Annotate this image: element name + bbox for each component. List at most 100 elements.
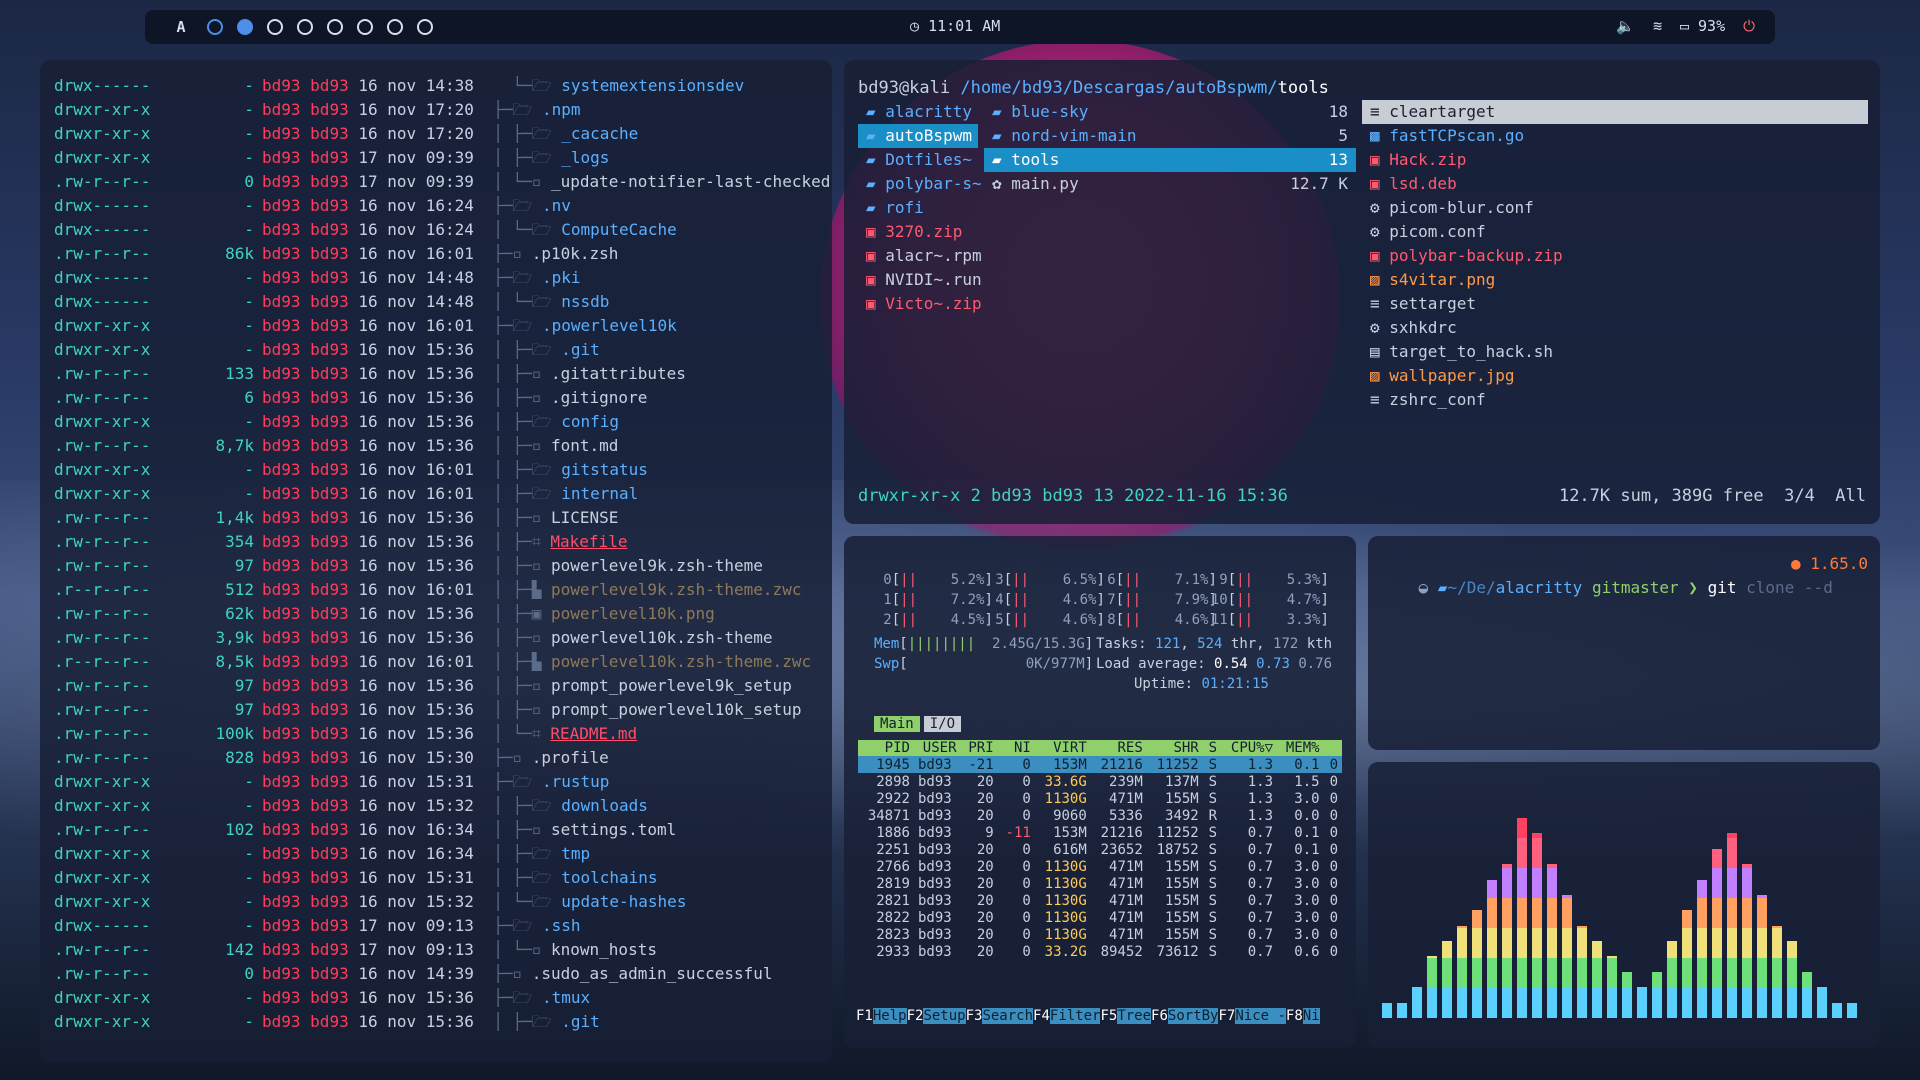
file-name[interactable]: font.md: [551, 436, 618, 455]
column-header[interactable]: MEM%: [1277, 740, 1324, 756]
process-row[interactable]: 2819 bd93 20 0 1130G 471M 155M S 0.7 3.0 0: [858, 875, 1342, 892]
file-row[interactable]: drwxr-xr-x - bd93 bd93 16 nov 17:20 │ ├─🗁 …: [54, 122, 832, 146]
file-name[interactable]: powerlevel10k.zsh-theme.zwc: [551, 652, 811, 671]
workspace-8-icon[interactable]: [417, 19, 433, 35]
ranger-preview-item[interactable]: ⚙ sxhkdrc: [1362, 316, 1868, 340]
file-row[interactable]: .rw-r--r-- 86k bd93 bd93 16 nov 16:01 ├─▫ …: [54, 242, 832, 266]
file-row[interactable]: .rw-r--r-- 142 bd93 bd93 17 nov 09:13 │ └─…: [54, 938, 832, 962]
file-row[interactable]: .rw-r--r-- 6 bd93 bd93 16 nov 15:36 │ ├─▫ …: [54, 386, 832, 410]
volume-icon[interactable]: 🔈: [1616, 17, 1635, 35]
workspace-4-icon[interactable]: [297, 19, 313, 35]
file-name[interactable]: .gitignore: [551, 388, 647, 407]
column-header[interactable]: RES: [1091, 740, 1147, 756]
process-table[interactable]: PID USER PRI NI VIRT RES SHR S CPU%▽ MEM% 1945 bd93…: [858, 740, 1342, 960]
file-row[interactable]: .rw-r--r-- 8,7k bd93 bd93 16 nov 15:36 │ ├…: [54, 434, 832, 458]
file-name[interactable]: _cacache: [561, 124, 638, 143]
file-row[interactable]: .rw-r--r-- 133 bd93 bd93 16 nov 15:36 │ ├─…: [54, 362, 832, 386]
file-row[interactable]: .rw-r--r-- 62k bd93 bd93 16 nov 15:36 │ ├─…: [54, 602, 832, 626]
process-row[interactable]: 1886 bd93 9 -11 153M 21216 11252 S 0.7 0.1 0: [858, 824, 1342, 841]
file-tree-pane[interactable]: drwx------ - bd93 bd93 16 nov 14:38 └─🗁 sy…: [40, 60, 832, 1062]
file-row[interactable]: .rw-r--r-- 0 bd93 bd93 16 nov 14:39 ├─▫ .s…: [54, 962, 832, 986]
ranger-item[interactable]: ▰ polybar-s~: [858, 172, 982, 196]
column-header[interactable]: NI: [998, 740, 1035, 756]
file-row[interactable]: .rw-r--r-- 97 bd93 bd93 16 nov 15:36 │ ├─▫…: [54, 674, 832, 698]
column-header[interactable]: [1324, 740, 1342, 756]
ranger-item[interactable]: ▣ NVIDI~.run: [858, 268, 982, 292]
ranger-item[interactable]: ▰ Dotfiles~: [858, 148, 978, 172]
process-row[interactable]: 2251 bd93 20 0 616M 23652 18752 S 0.7 0.1 0: [858, 841, 1342, 858]
file-row[interactable]: drwxr-xr-x - bd93 bd93 16 nov 16:01 │ ├─🗁 …: [54, 458, 832, 482]
ranger-preview-item[interactable]: ⚙ picom.conf: [1362, 220, 1868, 244]
file-row[interactable]: drwxr-xr-x - bd93 bd93 16 nov 17:20 ├─🗁 .n…: [54, 98, 832, 122]
file-name[interactable]: LICENSE: [551, 508, 618, 527]
ranger-item[interactable]: ▰ blue-sky 18: [984, 100, 1356, 124]
file-name[interactable]: .git: [561, 1012, 600, 1031]
process-row[interactable]: 2821 bd93 20 0 1130G 471M 155M S 0.7 3.0 0: [858, 892, 1342, 909]
file-row[interactable]: drwxr-xr-x - bd93 bd93 16 nov 15:32 │ └─🗁 …: [54, 890, 832, 914]
file-row[interactable]: drwxr-xr-x - bd93 bd93 16 nov 15:36 │ ├─🗁 …: [54, 410, 832, 434]
file-name[interactable]: .p10k.zsh: [532, 244, 619, 263]
function-key[interactable]: F5Tree: [1100, 1008, 1152, 1024]
file-name[interactable]: known_hosts: [551, 940, 657, 959]
file-name[interactable]: gitstatus: [561, 460, 648, 479]
ranger-item[interactable]: ✿ main.py 12.7 K: [984, 172, 1356, 196]
file-name[interactable]: systemextensionsdev: [561, 76, 744, 95]
file-name[interactable]: Makefile: [550, 532, 627, 551]
column-header[interactable]: PRI: [961, 740, 998, 756]
ranger-pane[interactable]: bd93@kali /home/bd93/Descargas/autoBspwm…: [844, 60, 1880, 524]
file-row[interactable]: .rw-r--r-- 100k bd93 bd93 16 nov 15:36 │ └…: [54, 722, 832, 746]
function-key[interactable]: F8Ni: [1286, 1008, 1320, 1024]
file-row[interactable]: drwxr-xr-x - bd93 bd93 16 nov 15:31 ├─🗁 .r…: [54, 770, 832, 794]
file-row[interactable]: drwxr-xr-x - bd93 bd93 16 nov 15:36 │ ├─🗁 …: [54, 1010, 832, 1034]
column-header[interactable]: CPU%▽: [1221, 740, 1277, 756]
file-name[interactable]: internal: [561, 484, 638, 503]
file-name[interactable]: prompt_powerlevel9k_setup: [551, 676, 792, 695]
process-row[interactable]: 2766 bd93 20 0 1130G 471M 155M S 0.7 3.0 0: [858, 858, 1342, 875]
ranger-item[interactable]: ▰ nord-vim-main 5: [984, 124, 1356, 148]
file-name[interactable]: .tmux: [542, 988, 590, 1007]
file-name[interactable]: .gitattributes: [551, 364, 686, 383]
process-row[interactable]: 2823 bd93 20 0 1130G 471M 155M S 0.7 3.0 0: [858, 926, 1342, 943]
file-name[interactable]: tmp: [561, 844, 590, 863]
file-name[interactable]: .powerlevel10k: [542, 316, 677, 335]
terminal-pane[interactable]: ◒ ▰~/De/alacritty gitmaster ❯ git clone …: [1368, 536, 1880, 750]
ranger-item[interactable]: ▰ alacritty: [858, 100, 978, 124]
file-row[interactable]: drwx------ - bd93 bd93 16 nov 16:24 │ └─🗁 …: [54, 218, 832, 242]
file-name[interactable]: powerlevel9k.zsh-theme: [551, 556, 763, 575]
file-name[interactable]: _logs: [561, 148, 609, 167]
file-row[interactable]: drwxr-xr-x - bd93 bd93 16 nov 15:36 ├─🗁 .t…: [54, 986, 832, 1010]
file-name[interactable]: .nv: [542, 196, 571, 215]
tab-io[interactable]: I/O: [923, 716, 962, 732]
file-name[interactable]: prompt_powerlevel10k_setup: [551, 700, 801, 719]
file-name[interactable]: .pki: [542, 268, 581, 287]
file-name[interactable]: powerlevel10k.png: [551, 604, 715, 623]
ranger-preview-item[interactable]: ▨ wallpaper.jpg: [1362, 364, 1868, 388]
workspace-2-icon[interactable]: [237, 19, 253, 35]
function-key[interactable]: F1Help: [856, 1008, 907, 1024]
column-header[interactable]: VIRT: [1035, 740, 1091, 756]
file-name[interactable]: downloads: [561, 796, 648, 815]
file-name[interactable]: ComputeCache: [561, 220, 677, 239]
ranger-item[interactable]: ▰ tools 13: [984, 148, 1356, 172]
htop-pane[interactable]: 0[|| 5.2%] 3[|| 6.5%] 6[|| 7.1%] 9[|| 5.…: [844, 536, 1356, 1048]
function-key[interactable]: F3Search: [966, 1008, 1034, 1024]
ranger-item[interactable]: ▣ 3270.zip: [858, 220, 978, 244]
file-name[interactable]: nssdb: [561, 292, 609, 311]
ranger-preview-item[interactable]: ▤ target_to_hack.sh: [1362, 340, 1868, 364]
file-name[interactable]: .git: [561, 340, 600, 359]
file-row[interactable]: .rw-r--r-- 97 bd93 bd93 16 nov 15:36 │ ├─▫…: [54, 554, 832, 578]
file-row[interactable]: .rw-r--r-- 354 bd93 bd93 16 nov 15:36 │ ├─…: [54, 530, 832, 554]
file-name[interactable]: _update-notifier-last-checked: [551, 172, 830, 191]
workspace-5-icon[interactable]: [327, 19, 343, 35]
file-row[interactable]: .r--r--r-- 512 bd93 bd93 16 nov 16:01 │ ├─…: [54, 578, 832, 602]
workspace-6-icon[interactable]: [357, 19, 373, 35]
file-row[interactable]: drwx------ - bd93 bd93 17 nov 09:13 ├─🗁 .s…: [54, 914, 832, 938]
file-name[interactable]: .rustup: [542, 772, 609, 791]
file-name[interactable]: .npm: [542, 100, 581, 119]
function-key[interactable]: F4Filter: [1033, 1008, 1101, 1024]
file-name[interactable]: update-hashes: [561, 892, 686, 911]
process-row[interactable]: 2822 bd93 20 0 1130G 471M 155M S 0.7 3.0 0: [858, 909, 1342, 926]
file-name[interactable]: powerlevel10k.zsh-theme: [551, 628, 773, 647]
workspace-1-icon[interactable]: [207, 19, 223, 35]
arch-logo-icon[interactable]: A: [171, 18, 191, 36]
